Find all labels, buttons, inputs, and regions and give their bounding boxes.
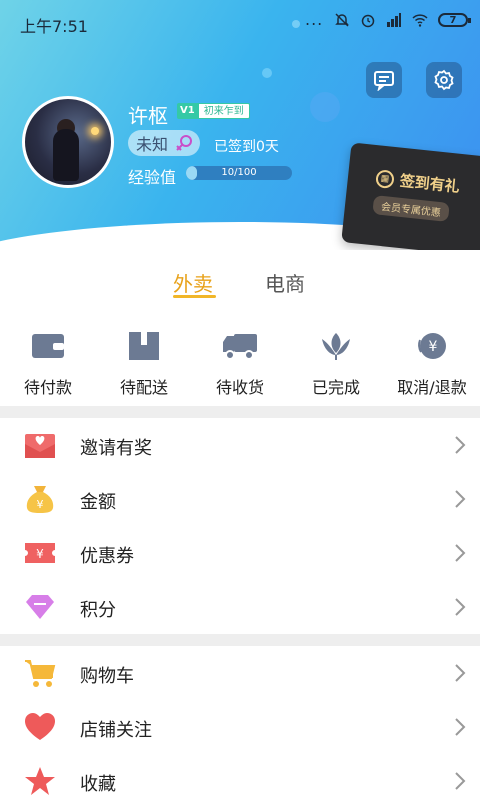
menu-group-shopping: 购物车 店铺关注 收藏 xyxy=(0,646,480,800)
chevron-right-icon xyxy=(455,664,466,682)
mute-bell-icon xyxy=(335,13,349,27)
menu-item-followed-shops[interactable]: 店铺关注 xyxy=(0,700,480,754)
order-type-tabs: 外卖 电商 xyxy=(0,262,480,302)
menu-item-invite[interactable]: 邀请有奖 xyxy=(0,418,480,472)
tab-takeout[interactable]: 外卖 xyxy=(173,268,213,297)
gender-text: 未知 xyxy=(136,135,169,154)
exp-label: 经验值 xyxy=(128,168,177,187)
battery-icon: 7 xyxy=(438,13,471,27)
lotus-icon xyxy=(322,333,350,360)
chevron-right-icon xyxy=(455,544,466,562)
cart-icon xyxy=(25,660,56,687)
svg-text:¥: ¥ xyxy=(429,339,438,355)
decor-bubble xyxy=(262,68,272,78)
menu-label: 收藏 xyxy=(80,774,116,795)
order-pending-receipt[interactable]: 待收货 xyxy=(192,318,288,402)
coupon-icon: ¥ xyxy=(25,543,55,563)
section-divider xyxy=(0,634,480,646)
menu-item-balance[interactable]: ¥ 金额 xyxy=(0,472,480,526)
status-more-dots: ... xyxy=(305,10,324,29)
order-pending-payment[interactable]: 待付款 xyxy=(0,318,96,402)
vip-level: V1 xyxy=(177,103,198,119)
exp-progress-text: 10/100 xyxy=(221,167,257,178)
order-pending-delivery[interactable]: 待配送 xyxy=(96,318,192,402)
money-bag-icon: ¥ xyxy=(26,486,54,513)
alarm-icon xyxy=(361,14,375,28)
order-status-row: 待付款 待配送 待收货 已完成 ¥ 取消/退款 xyxy=(0,318,480,402)
diamond-icon xyxy=(26,595,54,619)
avatar-sparkler xyxy=(91,127,99,135)
heart-icon xyxy=(25,713,55,740)
section-divider xyxy=(0,406,480,418)
order-label: 已完成 xyxy=(311,378,360,397)
star-icon xyxy=(25,767,55,795)
signed-days-text: 已签到0天 xyxy=(214,139,279,155)
message-icon xyxy=(374,71,394,91)
signal-icon xyxy=(387,13,401,27)
order-cancel-refund[interactable]: ¥ 取消/退款 xyxy=(384,318,480,402)
messages-button[interactable] xyxy=(366,62,402,98)
sign-card-title-text: 签到有礼 xyxy=(398,171,461,196)
refund-icon: ¥ xyxy=(418,333,446,359)
sign-card-subtitle: 会员专属优惠 xyxy=(372,195,450,222)
settings-button[interactable] xyxy=(426,62,462,98)
menu-label: 金额 xyxy=(80,492,116,513)
chevron-right-icon xyxy=(455,718,466,736)
wallet-icon xyxy=(32,334,64,358)
menu-item-points[interactable]: 积分 xyxy=(0,580,480,634)
menu-label: 邀请有奖 xyxy=(80,438,152,459)
order-label: 取消/退款 xyxy=(397,378,467,397)
menu-item-favorites[interactable]: 收藏 xyxy=(0,754,480,800)
tab-ecommerce[interactable]: 电商 xyxy=(265,268,305,297)
menu-label: 店铺关注 xyxy=(80,720,152,741)
truck-icon xyxy=(223,334,257,360)
avatar[interactable] xyxy=(22,96,114,188)
chevron-right-icon xyxy=(455,598,466,616)
menu-item-cart[interactable]: 购物车 xyxy=(0,646,480,700)
menu-label: 购物车 xyxy=(80,666,134,687)
chevron-right-icon xyxy=(455,772,466,790)
user-name: 许枢 xyxy=(128,104,168,128)
battery-level: 7 xyxy=(449,14,457,26)
gender-badge: 未知 xyxy=(128,130,200,156)
active-tab-underline xyxy=(173,295,216,298)
order-label: 待付款 xyxy=(23,378,72,397)
wifi-icon xyxy=(412,14,428,27)
gift-icon: ▦ xyxy=(375,168,395,189)
decor-bubble xyxy=(310,92,340,122)
status-time: 上午7:51 xyxy=(20,17,88,36)
vip-title: 初来乍到 xyxy=(197,103,250,119)
invite-envelope-icon xyxy=(25,434,55,458)
sign-card-title: ▦ 签到有礼 xyxy=(375,167,461,197)
order-completed[interactable]: 已完成 xyxy=(288,318,384,402)
box-icon xyxy=(129,332,159,360)
vip-badge: V1 初来乍到 xyxy=(177,103,250,119)
sign-in-gift-card[interactable]: ▦ 签到有礼 会员专属优惠 xyxy=(341,142,480,250)
exp-progress-bar: 10/100 xyxy=(186,166,292,180)
status-bar: 上午7:51 ... 7 xyxy=(0,0,480,44)
avatar-figure-body xyxy=(53,129,79,181)
profile-header: 上午7:51 ... 7 许枢 V1 初来乍到 未知 已签到0天 经验值 10/… xyxy=(0,0,480,250)
gear-icon xyxy=(434,69,454,91)
female-symbol-icon xyxy=(176,135,193,151)
order-label: 待收货 xyxy=(215,378,264,397)
svg-text:¥: ¥ xyxy=(37,498,44,511)
chevron-right-icon xyxy=(455,490,466,508)
menu-label: 优惠券 xyxy=(80,546,134,567)
chevron-right-icon xyxy=(455,436,466,454)
svg-text:¥: ¥ xyxy=(36,547,44,561)
menu-label: 积分 xyxy=(80,600,116,621)
menu-group-rewards: 邀请有奖 ¥ 金额 ¥ 优惠券 积分 xyxy=(0,418,480,634)
order-label: 待配送 xyxy=(119,378,168,397)
menu-item-coupons[interactable]: ¥ 优惠券 xyxy=(0,526,480,580)
